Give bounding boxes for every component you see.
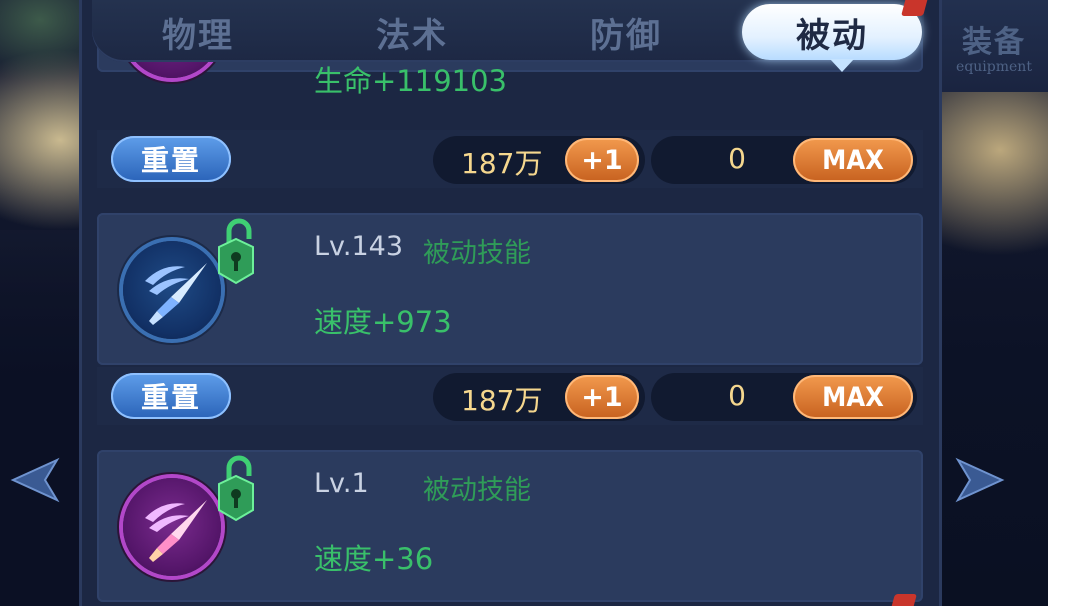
skill-card: Lv.1 被动技能 速度+36 [97, 450, 923, 602]
unlocked-padlock-icon [218, 218, 254, 285]
skill-level: Lv.1 [314, 468, 369, 499]
tab-magic[interactable]: 法术 [312, 4, 512, 60]
blue-dagger-icon [123, 241, 221, 339]
unlocked-padlock-icon [218, 455, 254, 522]
skill-panel: 生命+119103 物理 法术 防御 被动 重置 187万 +1 0 MAX L… [79, 0, 942, 606]
skill-stat: 速度+36 [314, 542, 434, 576]
reset-button[interactable]: 重置 [111, 373, 231, 419]
upgrade-count: 0 [728, 142, 746, 175]
equipment-tab[interactable]: 装备 equipment [940, 0, 1048, 92]
background-shade [0, 230, 90, 606]
purple-dagger-icon [123, 478, 221, 576]
skill-type: 被动技能 [423, 475, 531, 506]
skill-card: Lv.143 被动技能 速度+973 [97, 213, 923, 365]
skill-stat: 速度+973 [314, 305, 452, 339]
max-button[interactable]: MAX [793, 138, 913, 182]
category-tab-bar: 物理 法术 防御 被动 [92, 0, 924, 72]
notification-badge-icon [889, 594, 917, 606]
skill-type: 被动技能 [423, 238, 531, 269]
upgrade-cost: 187万 [461, 384, 543, 417]
plus-one-button[interactable]: +1 [565, 138, 639, 182]
next-arrow-icon[interactable] [945, 430, 1015, 530]
notification-badge-icon [901, 0, 929, 16]
previous-arrow-icon[interactable] [0, 430, 70, 530]
equipment-tab-label: 装备 [962, 25, 1026, 60]
plus-one-button[interactable]: +1 [565, 375, 639, 419]
skill-stat: 生命+119103 [314, 64, 508, 98]
tab-passive[interactable]: 被动 [742, 4, 922, 72]
equipment-tab-sublabel: equipment [956, 59, 1032, 75]
upgrade-bar: 重置 187万 +1 0 MAX [97, 130, 923, 188]
reset-button[interactable]: 重置 [111, 136, 231, 182]
upgrade-count: 0 [728, 379, 746, 412]
tab-defense[interactable]: 防御 [526, 4, 726, 60]
tab-physical[interactable]: 物理 [98, 4, 298, 60]
upgrade-cost: 187万 [461, 147, 543, 180]
game-background: 装备 equipment 生命+119103 物理 法术 防御 被动 重置 18… [0, 0, 1048, 606]
upgrade-bar: 重置 187万 +1 0 MAX [97, 367, 923, 425]
skill-level: Lv.143 [314, 231, 404, 262]
max-button[interactable]: MAX [793, 375, 913, 419]
